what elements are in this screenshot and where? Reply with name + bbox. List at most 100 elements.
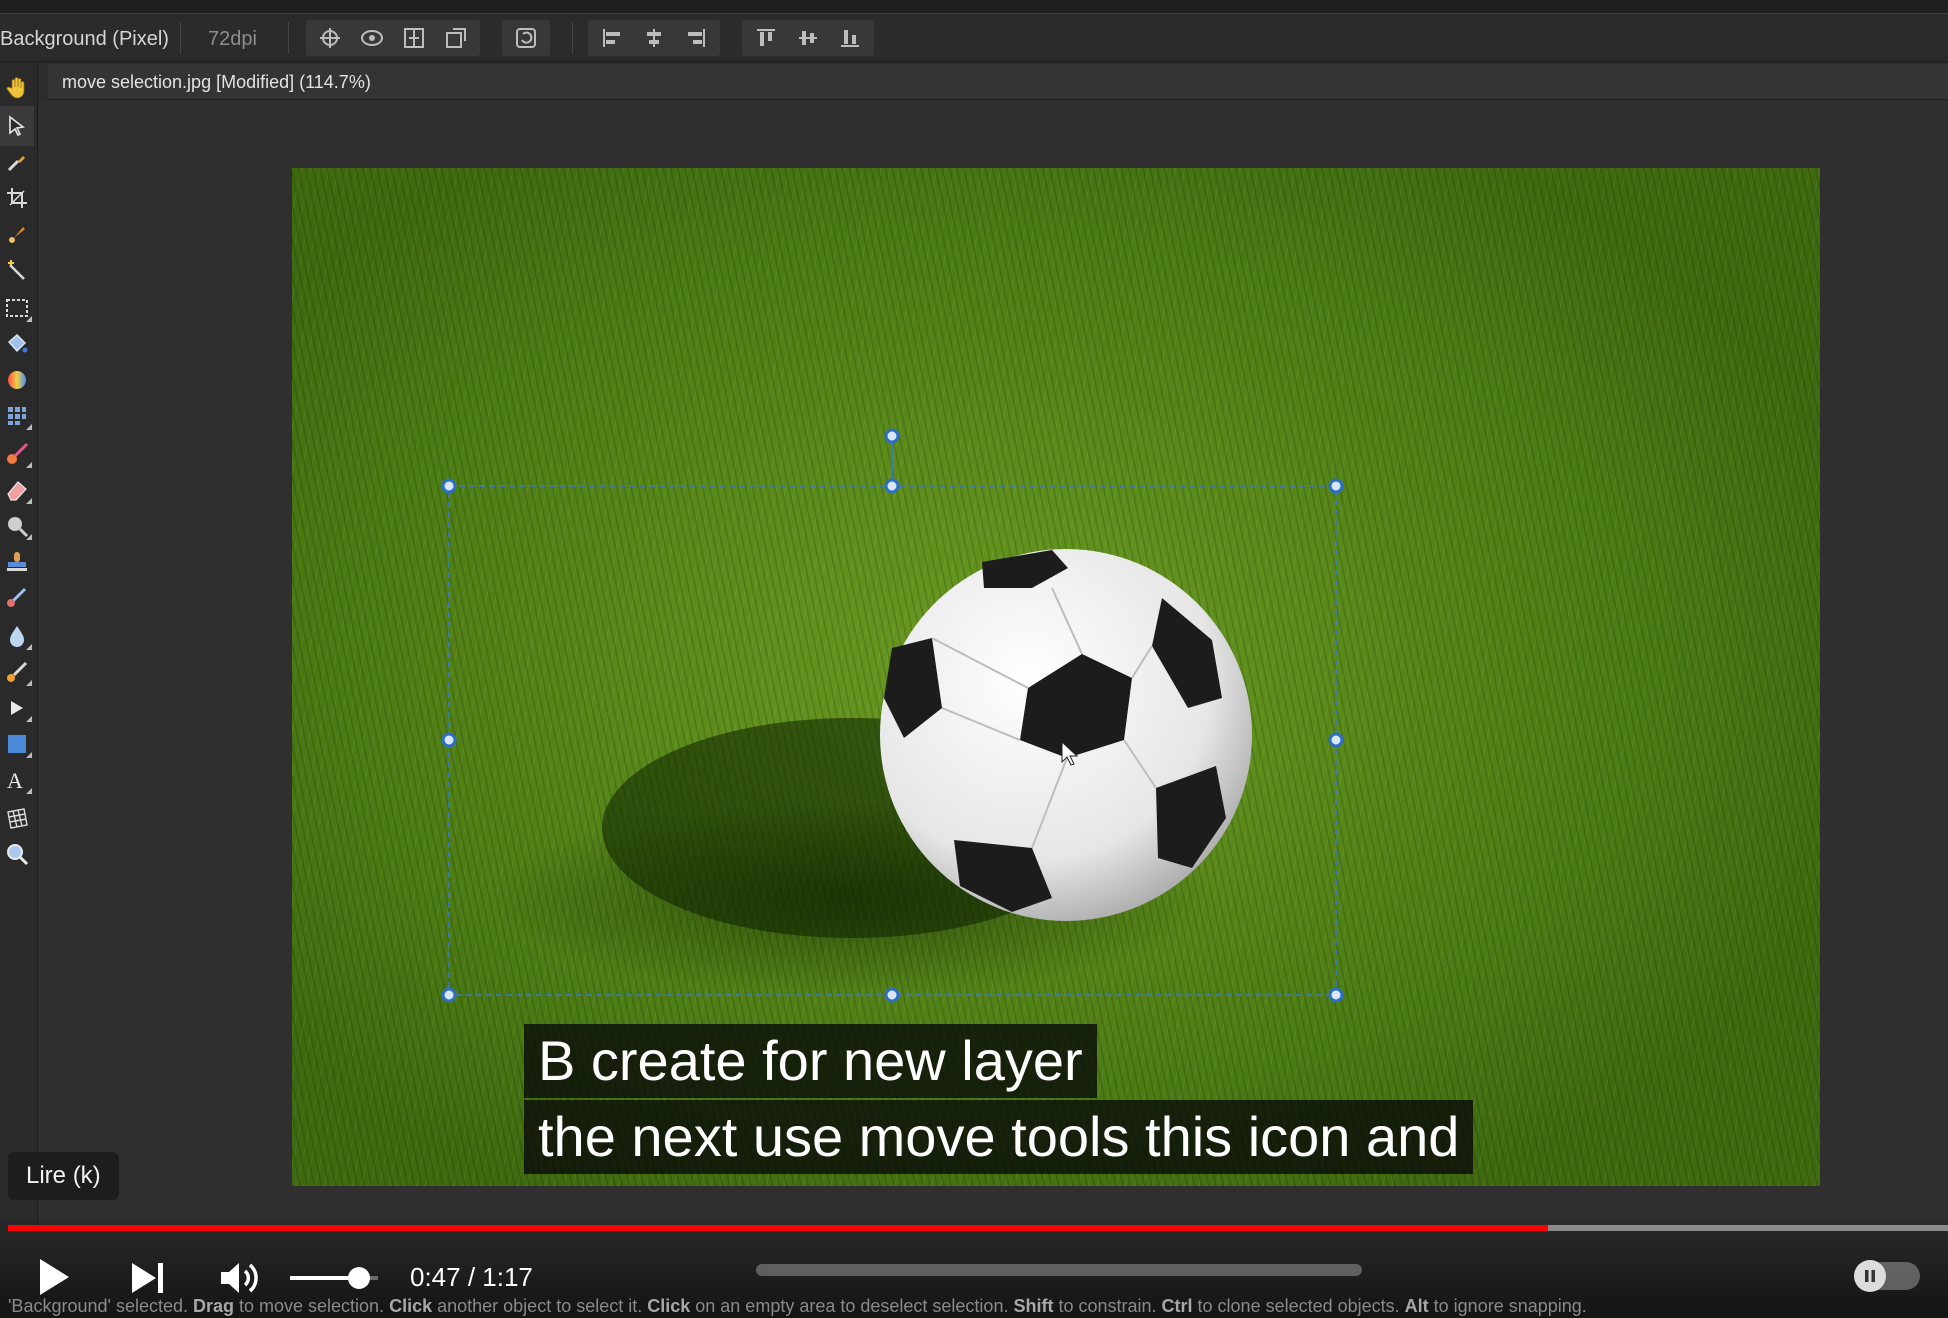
status-bar-hint: 'Background' selected. Drag to move sele…	[0, 1296, 1948, 1318]
status-hint-text: to constrain.	[1053, 1296, 1162, 1316]
tool-flood-select[interactable]	[0, 250, 34, 290]
autoplay-toggle[interactable]	[1854, 1260, 1920, 1292]
pause-icon	[1865, 1270, 1875, 1282]
volume-knob[interactable]	[347, 1267, 370, 1289]
status-hint-text: another object to select it.	[432, 1296, 648, 1316]
play-icon	[40, 1259, 69, 1295]
status-hint-key: Ctrl	[1161, 1296, 1193, 1316]
tool-blur-brush[interactable]	[0, 616, 34, 656]
play-button[interactable]	[34, 1254, 74, 1300]
align-right-icon	[688, 29, 705, 47]
tool-text[interactable]: A	[0, 760, 34, 800]
magnifier-icon	[7, 844, 29, 866]
flyout-indicator	[26, 752, 32, 758]
tool-node[interactable]	[0, 688, 34, 728]
flyout-indicator	[26, 498, 32, 504]
skip-next-icon	[132, 1263, 163, 1293]
duration: 1:17	[482, 1262, 533, 1292]
time-display: 0:47 / 1:17	[410, 1262, 533, 1293]
video-progress-bar[interactable]	[8, 1225, 1948, 1231]
tool-crop[interactable]	[0, 178, 34, 218]
tool-paint-brush[interactable]	[0, 434, 34, 474]
rotate-icon	[516, 28, 536, 48]
tool-pixel[interactable]	[0, 652, 34, 692]
tool-dodge[interactable]	[0, 506, 34, 546]
document-tab[interactable]: move selection.jpg [Modified] (114.7%)	[48, 64, 1948, 100]
crosshair-icon	[320, 28, 340, 48]
align-top-button[interactable]	[748, 23, 784, 53]
autoplay-knob	[1854, 1260, 1886, 1292]
flyout-indicator	[26, 462, 32, 468]
resize-handle	[441, 987, 457, 1003]
toolbar-divider	[288, 22, 289, 54]
transform-options-group	[306, 20, 480, 56]
tools-panel: A	[0, 62, 38, 1232]
resize-handle	[441, 732, 457, 748]
eyedropper-icon	[7, 156, 25, 172]
tool-move[interactable]	[0, 106, 34, 146]
stamp-icon	[7, 552, 27, 571]
status-hint-text: to ignore snapping.	[1428, 1296, 1587, 1316]
svg-text:A: A	[7, 768, 23, 792]
volume-icon	[221, 1263, 258, 1293]
vertical-align-group	[742, 20, 874, 56]
flyout-indicator	[26, 788, 32, 794]
dpi-label: 72dpi	[208, 28, 257, 50]
tool-erase-brush[interactable]	[0, 470, 34, 510]
align-center-button[interactable]	[636, 23, 672, 53]
flyout-indicator	[26, 316, 32, 322]
layer-name-label: Background (Pixel)	[0, 28, 169, 50]
flyout-indicator	[26, 644, 32, 650]
toolbar-divider	[572, 22, 573, 54]
horizontal-scrollbar[interactable]	[756, 1264, 1362, 1276]
status-hint-key: Shift	[1013, 1296, 1054, 1316]
tool-clone-brush[interactable]	[0, 542, 34, 582]
show-selection-box-button[interactable]	[354, 23, 390, 53]
align-top-icon	[757, 29, 775, 46]
reset-rotation-button[interactable]	[508, 23, 544, 53]
window-top-strip	[0, 0, 1948, 14]
tool-view[interactable]	[0, 68, 34, 108]
volume-slider[interactable]	[290, 1267, 378, 1289]
resize-handle	[1328, 478, 1344, 494]
tool-gradient[interactable]	[0, 360, 34, 400]
align-right-button[interactable]	[678, 23, 714, 53]
selection-brush-icon	[9, 227, 25, 243]
scale-with-object-button[interactable]	[438, 23, 474, 53]
status-hint-key: Alt	[1404, 1296, 1429, 1316]
next-button[interactable]	[128, 1258, 168, 1298]
node-arrow-icon	[11, 701, 23, 715]
tool-color-picker[interactable]	[0, 142, 34, 182]
resize-icon	[446, 28, 466, 48]
video-captions: B create for new layer the next use move…	[524, 1024, 1474, 1176]
droplet-icon	[10, 626, 24, 647]
snap-to-pixel-button[interactable]	[396, 23, 432, 53]
transform-origin-button[interactable]	[312, 23, 348, 53]
tool-flood-fill[interactable]	[0, 324, 34, 364]
tool-healing-brush[interactable]	[0, 578, 34, 618]
time-separator: /	[460, 1262, 483, 1292]
hand-icon	[6, 77, 25, 99]
tool-selection-brush[interactable]	[0, 214, 34, 254]
tool-rectangle[interactable]	[0, 724, 34, 764]
caption-line-2: the next use move tools this icon and	[524, 1100, 1474, 1174]
tool-pattern[interactable]	[0, 396, 34, 436]
align-middle-button[interactable]	[790, 23, 826, 53]
flyout-indicator	[26, 716, 32, 722]
align-bottom-button[interactable]	[832, 23, 868, 53]
status-hint-text: to move selection.	[234, 1296, 390, 1316]
resize-handle	[884, 987, 900, 1003]
healing-brush-icon	[7, 587, 27, 607]
resize-handle	[441, 478, 457, 494]
mute-button[interactable]	[218, 1258, 264, 1298]
align-left-button[interactable]	[594, 23, 630, 53]
tool-zoom[interactable]	[0, 834, 34, 874]
tool-marquee[interactable]	[0, 288, 34, 328]
tool-mesh-warp[interactable]	[0, 798, 34, 838]
eye-icon	[361, 30, 383, 46]
align-left-icon	[603, 29, 620, 47]
rotate-options-group	[502, 20, 550, 56]
document-title: move selection.jpg [Modified] (114.7%)	[62, 72, 371, 92]
toolbar-divider	[180, 22, 181, 54]
horizontal-align-group	[588, 20, 720, 56]
